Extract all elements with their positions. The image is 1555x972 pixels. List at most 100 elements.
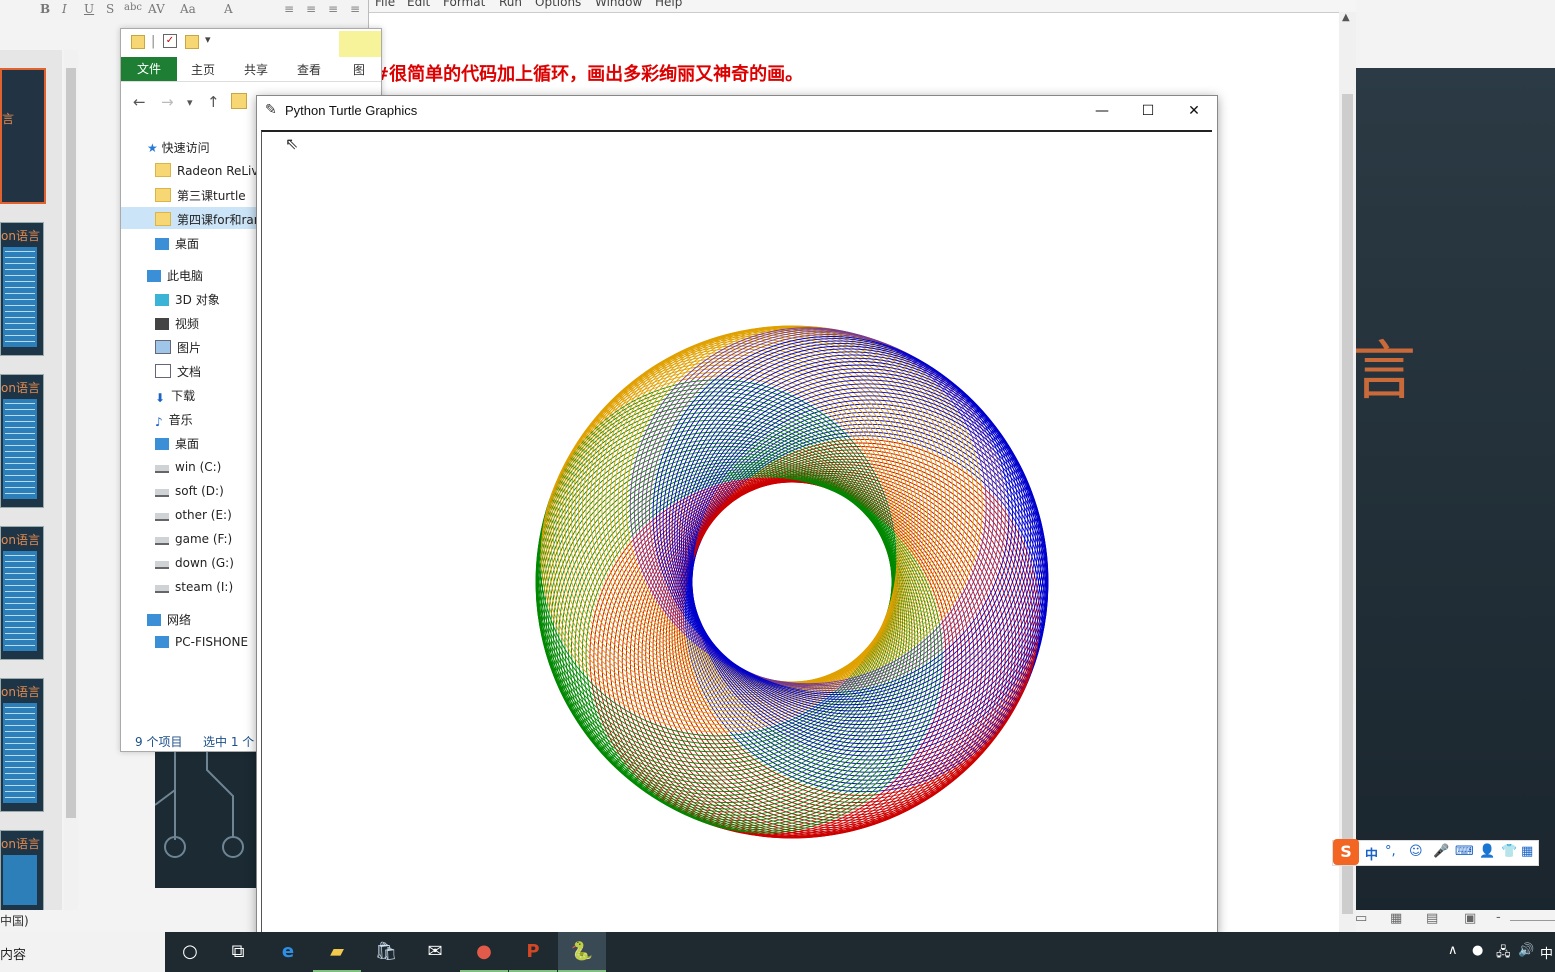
nav-desktop-2[interactable]: 桌面 xyxy=(155,435,199,452)
maximize-button[interactable]: ☐ xyxy=(1125,96,1171,126)
justify-icon[interactable]: ≡ xyxy=(350,2,360,16)
nav-drive-f[interactable]: game (F:) xyxy=(155,531,232,546)
cortana-icon[interactable]: ○ xyxy=(166,932,214,972)
quick-access-dropdown-icon[interactable]: ▾ xyxy=(205,33,211,46)
file-explorer-icon[interactable]: ▰ xyxy=(313,932,361,972)
user-icon[interactable]: 👤 xyxy=(1479,844,1495,859)
slide-thumb-3[interactable]: on语言 xyxy=(0,374,44,508)
nav-music[interactable]: ♪ 音乐 xyxy=(155,411,193,429)
nav-drive-c[interactable]: win (C:) xyxy=(155,459,221,474)
tab-share[interactable]: 共享 xyxy=(244,61,268,78)
align-center-icon[interactable]: ≡ xyxy=(306,2,316,16)
task-view-icon[interactable]: ⧉ xyxy=(214,932,262,972)
address-folder-icon[interactable] xyxy=(231,93,247,109)
menu-window[interactable]: Window xyxy=(595,0,642,9)
volume-icon[interactable]: 🔊 xyxy=(1518,943,1534,958)
char-spacing-icon[interactable]: AV xyxy=(148,2,165,16)
slideshow-icon[interactable]: ▣ xyxy=(1464,911,1476,926)
menu-file[interactable]: File xyxy=(375,0,395,9)
menu-help[interactable]: Help xyxy=(655,0,682,9)
strikethrough-icon[interactable]: abc xyxy=(124,2,142,13)
nav-drive-g[interactable]: down (G:) xyxy=(155,555,234,570)
back-icon[interactable]: ← xyxy=(133,93,146,111)
slide-thumb-2[interactable]: on语言 xyxy=(0,222,44,356)
bold-icon[interactable]: B xyxy=(40,2,50,16)
nav-item-radeon[interactable]: Radeon ReLive xyxy=(155,163,266,178)
align-right-icon[interactable]: ≡ xyxy=(328,2,338,16)
nav-item-desktop[interactable]: 桌面 xyxy=(155,235,199,252)
menu-run[interactable]: Run xyxy=(499,0,522,9)
python-icon[interactable]: 🐍 xyxy=(558,932,606,972)
powerpoint-icon[interactable]: P xyxy=(509,932,557,972)
input-indicator[interactable]: 中 xyxy=(1540,943,1553,962)
nav-drive-e[interactable]: other (E:) xyxy=(155,507,232,522)
underline-icon[interactable]: U xyxy=(84,2,94,16)
nav-drive-i[interactable]: steam (I:) xyxy=(155,579,233,594)
forward-icon[interactable]: → xyxy=(161,93,174,111)
nav-label: 文档 xyxy=(177,365,202,379)
nav-this-pc[interactable]: 此电脑 xyxy=(147,267,203,284)
tab-file[interactable]: 文件 xyxy=(121,57,177,81)
reading-view-icon[interactable]: ▤ xyxy=(1426,911,1438,926)
picture-icon xyxy=(155,340,171,354)
emoji-icon[interactable]: ☺ xyxy=(1409,844,1423,859)
scroll-up-icon[interactable]: ▲ xyxy=(1342,12,1350,23)
slide-thumb-1[interactable]: 言 xyxy=(0,68,46,204)
slide-thumb-5[interactable]: on语言 xyxy=(0,678,44,812)
tab-picture-tools[interactable]: 图 xyxy=(353,61,365,78)
sogou-logo-icon[interactable]: S xyxy=(1333,839,1359,865)
menu-options[interactable]: Options xyxy=(535,0,581,9)
font-color-icon[interactable]: A xyxy=(224,2,233,16)
properties-icon[interactable]: ✓ xyxy=(163,34,177,48)
thumbnail-scrollbar[interactable] xyxy=(64,50,78,910)
menu-format[interactable]: Format xyxy=(443,0,485,9)
slide-sorter-icon[interactable]: ▦ xyxy=(1390,911,1402,926)
nav-quick-access[interactable]: ★ 快速访问 xyxy=(147,139,210,156)
show-hidden-icons[interactable]: ∧ xyxy=(1448,943,1458,958)
nav-drive-d[interactable]: soft (D:) xyxy=(155,483,224,498)
change-case-icon[interactable]: Aa xyxy=(180,2,196,16)
nav-item-lesson3[interactable]: 第三课turtle xyxy=(155,187,246,204)
app-red-icon[interactable]: ● xyxy=(460,932,508,972)
code-comment-line[interactable]: #很简单的代码加上循环，画出多彩绚丽又神奇的画。 xyxy=(374,60,803,86)
nav-videos[interactable]: 视频 xyxy=(155,315,199,332)
tab-view[interactable]: 查看 xyxy=(297,61,321,78)
tray-app-icon[interactable]: ● xyxy=(1472,943,1483,958)
slide-thumb-6[interactable]: on语言 xyxy=(0,830,44,912)
slide-thumb-4[interactable]: on语言 xyxy=(0,526,44,660)
ime-mode[interactable]: 中 xyxy=(1365,844,1378,863)
nav-network[interactable]: 网络 xyxy=(147,611,191,628)
close-button[interactable]: ✕ xyxy=(1171,96,1217,126)
network-status-icon[interactable]: 🖧 xyxy=(1496,943,1511,965)
turtle-canvas[interactable] xyxy=(261,130,1212,934)
mail-icon[interactable]: ✉ xyxy=(411,932,459,972)
microphone-icon[interactable]: 🎤 xyxy=(1433,844,1449,859)
turtle-title-bar[interactable]: ✎ Python Turtle Graphics — ☐ ✕ xyxy=(257,96,1217,126)
nav-documents[interactable]: 文档 xyxy=(155,363,201,380)
nav-item-lesson4[interactable]: 第四课for和ran xyxy=(155,211,261,228)
up-icon[interactable]: ↑ xyxy=(207,93,220,111)
taskbar-search-box[interactable]: 内容 xyxy=(0,932,165,972)
new-folder-icon[interactable] xyxy=(185,35,199,49)
zoom-slider[interactable] xyxy=(1510,920,1555,921)
shadow-icon[interactable]: S xyxy=(106,2,114,16)
edge-icon[interactable]: e xyxy=(264,932,312,972)
skin-icon[interactable]: 👕 xyxy=(1501,844,1517,859)
nav-downloads[interactable]: ⬇ 下载 xyxy=(155,387,195,405)
editor-scrollbar[interactable]: ▲ xyxy=(1339,12,1356,932)
nav-3d-objects[interactable]: 3D 对象 xyxy=(155,291,220,308)
menu-grid-icon[interactable]: ▦ xyxy=(1521,844,1533,859)
punctuation-icon[interactable]: °, xyxy=(1385,844,1396,859)
minimize-button[interactable]: — xyxy=(1079,96,1125,126)
tab-home[interactable]: 主页 xyxy=(191,61,215,78)
menu-edit[interactable]: Edit xyxy=(407,0,430,9)
recent-dropdown-icon[interactable]: ▾ xyxy=(187,96,193,109)
keyboard-icon[interactable]: ⌨ xyxy=(1455,844,1474,859)
nav-network-pc[interactable]: PC-FISHONE xyxy=(155,635,248,649)
nav-pictures[interactable]: 图片 xyxy=(155,339,201,356)
normal-view-icon[interactable]: ▭ xyxy=(1355,911,1367,926)
italic-icon[interactable]: I xyxy=(62,2,67,16)
zoom-out-icon[interactable]: - xyxy=(1496,910,1501,925)
store-icon[interactable]: 🛍 xyxy=(362,932,410,972)
align-left-icon[interactable]: ≡ xyxy=(284,2,294,16)
